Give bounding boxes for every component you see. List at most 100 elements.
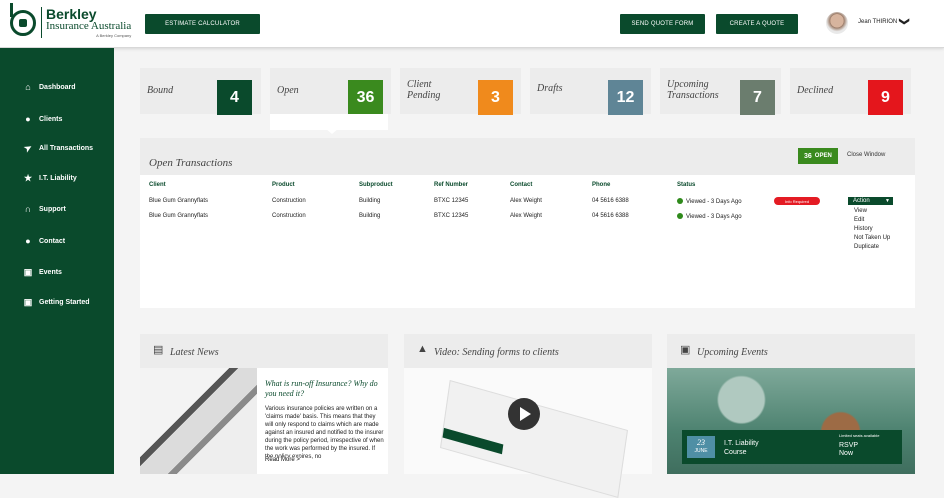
cell-subproduct: Building [359, 198, 381, 204]
user-icon: ● [25, 114, 31, 124]
card-label: Client Pending [407, 79, 441, 101]
cell-contact: Alex Weight [510, 198, 542, 204]
chat-icon: ● [25, 236, 31, 246]
event-card[interactable]: 23 JUNE I.T. Liability Course Limited se… [682, 430, 902, 464]
action-menu-edit[interactable]: Edit [854, 217, 864, 223]
brand-subtitle: Insurance Australia [46, 20, 132, 32]
card-label: Declined [797, 85, 834, 96]
cell-contact: Alex Weight [510, 213, 542, 219]
card-label: Drafts [537, 83, 563, 94]
rsvp-now-button[interactable]: RSVP Now [839, 442, 858, 458]
col-status[interactable]: Status [677, 182, 695, 188]
card-count: 3 [478, 80, 513, 115]
card-label: Bound [147, 85, 174, 96]
sidebar-item-label: Support [39, 205, 66, 213]
calendar-icon: ▣ [680, 344, 691, 356]
cell-phone: 04 5616 6388 [592, 213, 629, 219]
news-headline[interactable]: What is run-off Insurance? Why do you ne… [265, 379, 388, 399]
upcoming-events-widget: ▣ Upcoming Events 23 JUNE I.T. Liability… [667, 334, 915, 474]
news-image [140, 368, 257, 474]
create-quote-button[interactable]: CREATE A QUOTE [716, 14, 798, 34]
send-icon: ➤ [21, 141, 34, 154]
sidebar-item-dashboard[interactable]: ⌂ Dashboard [22, 82, 76, 92]
berkley-logo[interactable]: Berkley Insurance Australia A Berkley Co… [10, 2, 132, 38]
widget-title: Latest News [170, 347, 219, 358]
cell-product: Construction [272, 198, 306, 204]
col-product[interactable]: Product [272, 182, 295, 188]
read-more-link[interactable]: Read More > [265, 457, 300, 463]
cell-client: Blue Gum Grannyflats [149, 213, 209, 219]
calendar-icon: ▣ [23, 266, 33, 277]
sidebar: ⌂ Dashboard ● Clients ➤ All Transactions… [0, 48, 114, 474]
panel-title: Open Transactions [149, 157, 233, 169]
play-icon[interactable] [508, 398, 540, 430]
estimate-calculator-button[interactable]: ESTIMATE CALCULATOR [145, 14, 260, 34]
sidebar-item-label: Dashboard [39, 83, 76, 91]
action-dropdown-button[interactable]: Action ▼ [848, 197, 893, 205]
star-icon: ★ [23, 172, 33, 183]
col-client[interactable]: Client [149, 182, 166, 188]
latest-news-widget: ▤ Latest News What is run-off Insurance?… [140, 334, 388, 474]
action-menu-history[interactable]: History [854, 226, 873, 232]
cell-ref: BTXC 12345 [434, 213, 469, 219]
calendar-check-icon: ▣ [23, 296, 33, 307]
action-menu-duplicate[interactable]: Duplicate [854, 244, 879, 250]
card-count: 36 [348, 80, 383, 115]
form-preview [440, 379, 628, 498]
card-count: 4 [217, 80, 252, 115]
event-name: I.T. Liability Course [724, 440, 759, 456]
home-icon: ⌂ [25, 82, 31, 92]
user-name[interactable]: Jean THIRION [858, 19, 897, 25]
action-menu-not-taken-up[interactable]: Not Taken Up [854, 235, 890, 241]
action-menu-view[interactable]: View [854, 208, 867, 214]
cell-ref: BTXC 12345 [434, 198, 469, 204]
col-subproduct[interactable]: Subproduct [359, 182, 393, 188]
sidebar-item-all-transactions[interactable]: ➤ All Transactions [21, 141, 94, 154]
info-required-badge[interactable]: Info Required [774, 197, 820, 205]
cell-status: Viewed - 3 Days Ago [677, 213, 742, 220]
graduation-cap-icon: ▲ [417, 343, 428, 355]
sidebar-item-events[interactable]: ▣ Events [22, 267, 62, 277]
card-declined[interactable]: Declined 9 [790, 68, 911, 115]
cell-client: Blue Gum Grannyflats [149, 198, 209, 204]
card-label: Open [277, 85, 299, 96]
news-body: Various insurance policies are written o… [265, 406, 384, 460]
cell-phone: 04 5616 6388 [592, 198, 629, 204]
event-date: 23 JUNE [687, 436, 715, 458]
card-upcoming-transactions[interactable]: Upcoming Transactions 7 [660, 68, 781, 115]
status-dot-icon [677, 198, 683, 204]
brand-tagline: A Berkley Company [96, 33, 132, 38]
card-bound[interactable]: Bound 4 [140, 68, 261, 115]
card-label: Upcoming Transactions [667, 79, 719, 101]
berkley-logo-icon [10, 2, 36, 36]
card-count: 9 [868, 80, 903, 115]
sidebar-item-contact[interactable]: ● Contact [22, 236, 65, 246]
sidebar-item-label: I.T. Liability [39, 174, 77, 182]
top-bar: Berkley Insurance Australia A Berkley Co… [0, 0, 944, 48]
send-quote-form-button[interactable]: SEND QUOTE FORM [620, 14, 705, 34]
sidebar-item-support[interactable]: ∩ Support [22, 204, 66, 214]
sidebar-item-label: Clients [39, 115, 63, 123]
headset-icon: ∩ [24, 204, 32, 214]
sidebar-item-label: Getting Started [39, 298, 90, 306]
card-open[interactable]: Open 36 [270, 68, 391, 115]
close-window-link[interactable]: Close Window [847, 152, 885, 158]
sidebar-item-clients[interactable]: ● Clients [22, 114, 62, 124]
col-contact[interactable]: Contact [510, 182, 532, 188]
card-pointer [325, 128, 339, 134]
card-count: 7 [740, 80, 775, 115]
video-widget: ▲ Video: Sending forms to clients [404, 334, 652, 498]
widget-title: Upcoming Events [697, 347, 768, 358]
status-dot-icon [677, 213, 683, 219]
chevron-down-icon[interactable]: ❯ [899, 17, 910, 25]
brand-name: Berkley [46, 6, 97, 22]
sidebar-item-label: Events [39, 268, 62, 276]
sidebar-item-label: All Transactions [39, 144, 94, 152]
col-ref-number[interactable]: Ref Number [434, 182, 468, 188]
card-client-pending[interactable]: Client Pending 3 [400, 68, 521, 115]
avatar[interactable] [826, 12, 848, 34]
sidebar-item-getting-started[interactable]: ▣ Getting Started [22, 297, 90, 307]
sidebar-item-it-liability[interactable]: ★ I.T. Liability [22, 173, 77, 183]
col-phone[interactable]: Phone [592, 182, 610, 188]
card-drafts[interactable]: Drafts 12 [530, 68, 651, 115]
